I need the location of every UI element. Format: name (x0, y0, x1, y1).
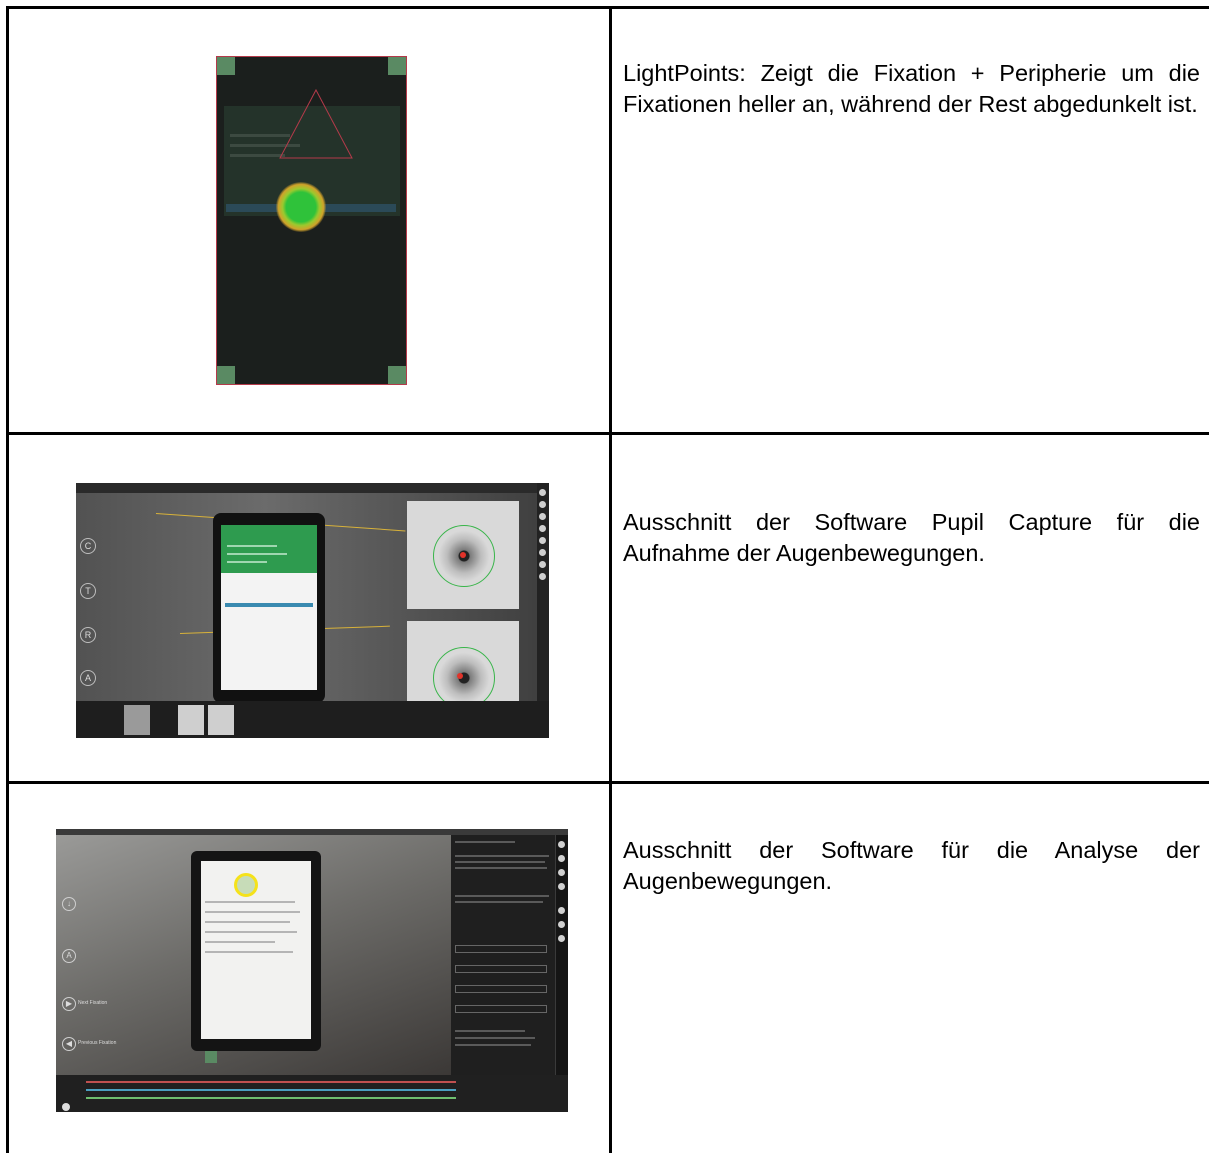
capture-plugin-rail (537, 483, 549, 703)
panel-text-line (455, 867, 547, 869)
panel-text-line (455, 895, 549, 897)
taskbar-thumbnails (76, 701, 549, 738)
plugin-icon[interactable] (539, 501, 546, 508)
plugin-icon[interactable] (539, 561, 546, 568)
marker-corner (205, 1051, 217, 1063)
previous-fixation-label[interactable]: Previous Fixation (78, 1040, 116, 1046)
article-text-line (205, 951, 293, 953)
app-text-line (227, 561, 267, 563)
download-icon[interactable]: ↓ (62, 897, 76, 911)
eye-camera-0 (407, 501, 519, 609)
plugin-icon[interactable] (539, 549, 546, 556)
panel-text-line (455, 1044, 531, 1046)
max-duration-field[interactable] (455, 985, 547, 993)
table-border-left (6, 6, 9, 1153)
row-3-description: Ausschnitt der Software für die Analyse … (623, 837, 1200, 894)
column-divider (609, 6, 612, 1153)
app-progress-bar (225, 603, 313, 607)
row-2-description: Ausschnitt der Software Pupil Capture fü… (623, 509, 1200, 566)
playback-timeline[interactable] (56, 1075, 568, 1112)
timeline-track (86, 1081, 456, 1083)
capture-button-a[interactable]: A (80, 670, 96, 686)
player-plugin-rail (556, 835, 568, 1075)
capture-button-c[interactable]: C (80, 538, 96, 554)
plugin-icon[interactable] (558, 855, 565, 862)
plugin-icon[interactable] (558, 921, 565, 928)
image-description-table: LightPoints: Zeigt die Fixation + Periph… (0, 0, 1209, 1153)
plugin-icon[interactable] (539, 573, 546, 580)
article-text-line (205, 911, 300, 913)
thumbnail[interactable] (208, 705, 234, 735)
plugin-icon[interactable] (558, 869, 565, 876)
detection-progress-field (455, 1005, 547, 1013)
capture-top-bar (76, 483, 549, 493)
pupil-detection-ring (433, 647, 495, 709)
plugin-icon[interactable] (539, 513, 546, 520)
plugin-icon[interactable] (558, 883, 565, 890)
surface-frame (216, 56, 407, 385)
timeline-track (86, 1097, 456, 1099)
next-fixation-icon[interactable]: ▶ (62, 997, 76, 1011)
capture-button-r[interactable]: R (80, 627, 96, 643)
panel-text-line (455, 861, 545, 863)
app-text-line (227, 553, 287, 555)
article-text-line (205, 901, 295, 903)
panel-text-line (455, 1037, 535, 1039)
app-text-line (227, 545, 277, 547)
pupil-center-marker (460, 552, 466, 558)
article-text-line (205, 921, 290, 923)
fixation-detector-panel (451, 835, 555, 1075)
thumbnail[interactable] (178, 705, 204, 735)
previous-fixation-icon[interactable]: ◀ (62, 1037, 76, 1051)
table-border-top (6, 6, 1209, 9)
tablet-screen (221, 525, 317, 690)
plugin-icon[interactable] (539, 537, 546, 544)
panel-text-line (455, 1030, 525, 1032)
pupil-capture-screenshot: C T R A (76, 483, 549, 738)
panel-text-line (455, 901, 543, 903)
capture-button-t[interactable]: T (80, 583, 96, 599)
next-fixation-label[interactable]: Next Fixation (78, 1000, 107, 1006)
plugin-icon[interactable] (558, 907, 565, 914)
row-divider-2 (6, 781, 1209, 784)
player-button-a[interactable]: A (62, 949, 76, 963)
thumbnail[interactable] (124, 705, 150, 735)
fixation-marker (234, 873, 258, 897)
pupil-player-screenshot: ↓ A ▶ Next Fixation ◀ Previous Fixation (56, 829, 568, 1112)
article-text-line (205, 941, 275, 943)
panel-text-line (455, 841, 515, 843)
app-header (221, 525, 317, 573)
play-button[interactable] (62, 1103, 70, 1111)
panel-text-line (455, 855, 549, 857)
tablet-device (213, 513, 325, 703)
min-duration-field[interactable] (455, 965, 547, 973)
row-1-description: LightPoints: Zeigt die Fixation + Periph… (623, 60, 1200, 117)
plugin-icon[interactable] (558, 935, 565, 942)
row-divider-1 (6, 432, 1209, 435)
article-text-line (205, 931, 297, 933)
plugin-icon[interactable] (539, 489, 546, 496)
timeline-track (86, 1089, 456, 1091)
plugin-icon[interactable] (558, 841, 565, 848)
tablet-fixation-screenshot (216, 56, 407, 385)
pupil-center-marker (457, 673, 463, 679)
max-dispersion-field[interactable] (455, 945, 547, 953)
plugin-icon[interactable] (539, 525, 546, 532)
